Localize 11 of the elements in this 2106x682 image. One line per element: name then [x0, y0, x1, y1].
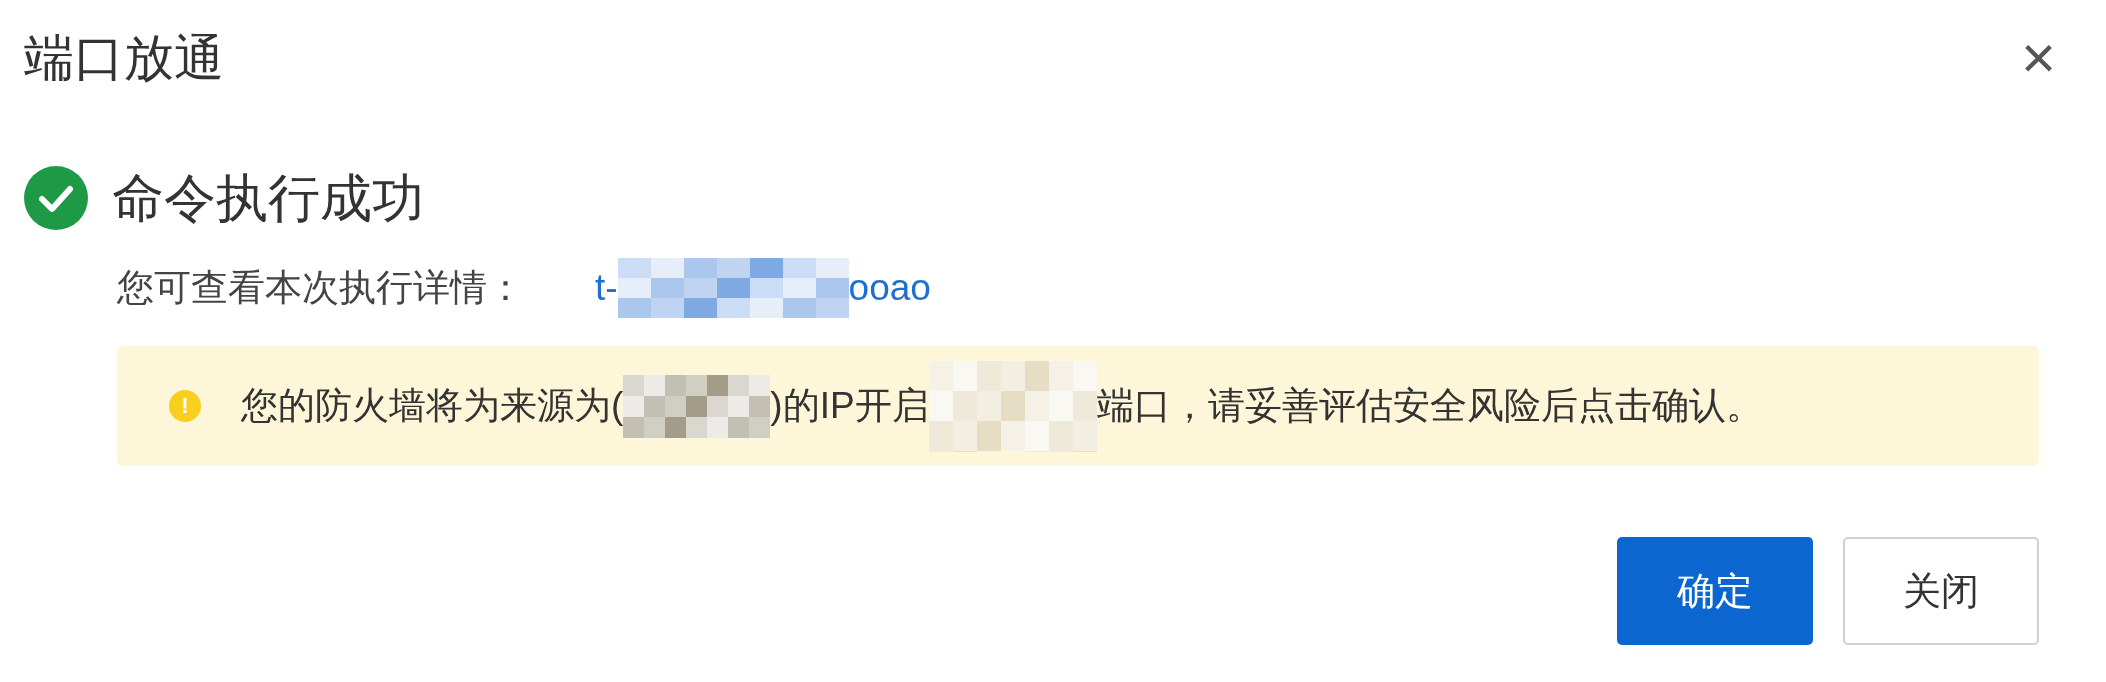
- close-button[interactable]: ×: [2020, 28, 2056, 88]
- warning-icon: !: [169, 390, 201, 422]
- confirm-button[interactable]: 确定: [1617, 537, 1813, 645]
- details-label: 您可查看本次执行详情：: [117, 266, 525, 311]
- warning-text: 您的防火墙将为来源为(: [241, 384, 624, 429]
- close-dialog-button[interactable]: 关闭: [1843, 537, 2039, 645]
- status-heading: 命令执行成功: [112, 172, 424, 224]
- warning-text: 端口，请妥善评估安全风险后点击确认。: [1096, 384, 1763, 429]
- execution-link[interactable]: t- ooao: [595, 258, 931, 318]
- warning-text: )的IP开启: [770, 384, 929, 429]
- dialog-title: 端口放通: [24, 33, 224, 83]
